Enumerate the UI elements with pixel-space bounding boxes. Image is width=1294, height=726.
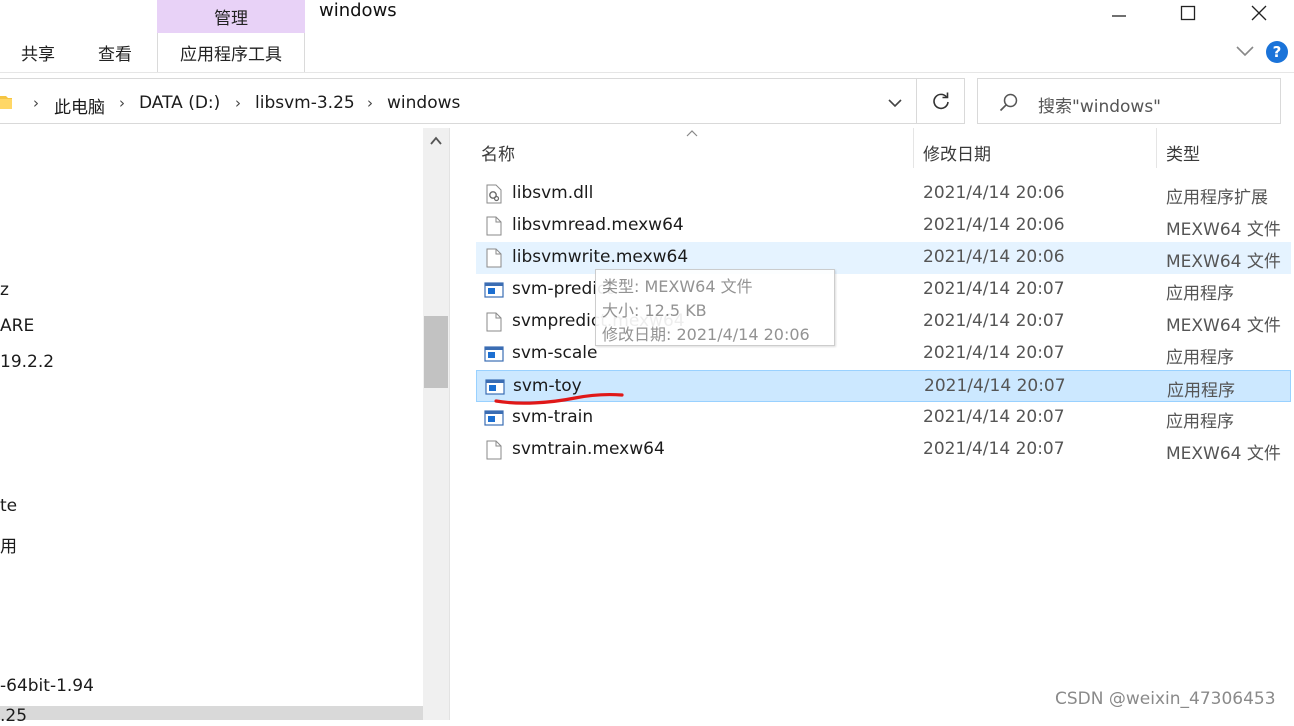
tab-share[interactable]: 共享 bbox=[21, 40, 55, 65]
blank-file-icon bbox=[486, 248, 502, 268]
nav-item[interactable]: te bbox=[0, 496, 17, 516]
file-date: 2021/4/14 20:06 bbox=[923, 247, 1065, 267]
file-type: MEXW64 文件 bbox=[1166, 444, 1281, 464]
refresh-icon bbox=[932, 92, 949, 110]
file-date: 2021/4/14 20:06 bbox=[923, 183, 1065, 203]
file-date: 2021/4/14 20:07 bbox=[923, 407, 1065, 427]
address-row: › 此电脑 › DATA (D:) › libsvm-3.25 › window… bbox=[0, 72, 1294, 128]
minimize-icon bbox=[1112, 15, 1126, 17]
blank-file-icon bbox=[486, 440, 502, 460]
application-icon bbox=[484, 410, 504, 426]
tab-view[interactable]: 查看 bbox=[98, 40, 132, 65]
application-icon bbox=[484, 346, 504, 362]
maximize-icon bbox=[1180, 5, 1196, 21]
nav-item[interactable]: 19.2.2 bbox=[0, 352, 54, 372]
blank-file-icon bbox=[486, 312, 502, 332]
tooltip-date: 修改日期: 2021/4/14 20:06 bbox=[602, 325, 810, 344]
nav-item[interactable]: z bbox=[0, 280, 9, 300]
watermark: CSDN @weixin_47306453 bbox=[1055, 689, 1276, 709]
column-header-type[interactable]: 类型 bbox=[1166, 140, 1200, 165]
file-date: 2021/4/14 20:07 bbox=[923, 311, 1065, 331]
file-name: libsvmread.mexw64 bbox=[512, 215, 684, 235]
scroll-up-button[interactable] bbox=[423, 134, 449, 154]
blank-file-icon bbox=[486, 216, 502, 236]
file-row[interactable]: libsvm.dll 2021/4/14 20:06 应用程序扩展 bbox=[476, 178, 1291, 210]
file-list: 名称 修改日期 类型 libsvm.dll 2021/4/14 20:06 应用… bbox=[451, 128, 1294, 720]
nav-item[interactable]: ARE bbox=[0, 316, 34, 336]
close-button[interactable] bbox=[1224, 0, 1294, 26]
file-type: 应用程序 bbox=[1166, 412, 1234, 432]
tab-app-tools[interactable]: 应用程序工具 bbox=[157, 33, 305, 72]
tooltip-type: 类型: MEXW64 文件 bbox=[602, 277, 753, 296]
breadcrumb-separator: › bbox=[33, 94, 39, 112]
breadcrumb-libsvm[interactable]: libsvm-3.25 bbox=[255, 93, 355, 113]
nav-scrollbar[interactable] bbox=[423, 128, 449, 720]
breadcrumb-windows[interactable]: windows bbox=[387, 93, 460, 113]
file-name: svm-scale bbox=[512, 343, 598, 363]
search-input[interactable]: 搜索"windows" bbox=[977, 78, 1281, 124]
file-date: 2021/4/14 20:07 bbox=[923, 279, 1065, 299]
nav-item[interactable]: -64bit-1.94 bbox=[0, 676, 94, 696]
column-header-name[interactable]: 名称 bbox=[481, 140, 515, 165]
file-name: libsvm.dll bbox=[512, 183, 594, 203]
search-placeholder: 搜索"windows" bbox=[1038, 97, 1161, 117]
chevron-down-icon[interactable] bbox=[1234, 40, 1256, 62]
address-bar[interactable]: › 此电脑 › DATA (D:) › libsvm-3.25 › window… bbox=[0, 78, 917, 124]
column-header-modified[interactable]: 修改日期 bbox=[923, 140, 991, 165]
file-date: 2021/4/14 20:07 bbox=[923, 343, 1065, 363]
nav-item: .25 bbox=[0, 706, 28, 726]
search-icon bbox=[999, 93, 1018, 112]
breadcrumb-separator: › bbox=[119, 94, 125, 112]
dll-file-icon bbox=[486, 184, 502, 204]
file-type: 应用程序 bbox=[1167, 381, 1235, 401]
chevron-up-icon bbox=[430, 136, 442, 145]
ribbon: 管理 windows 共享 查看 应用程序工具 ? bbox=[0, 0, 1294, 72]
file-date: 2021/4/14 20:06 bbox=[923, 215, 1065, 235]
file-type: 应用程序 bbox=[1166, 284, 1234, 304]
sort-ascending-icon bbox=[686, 130, 698, 137]
file-date: 2021/4/14 20:07 bbox=[923, 439, 1065, 459]
file-row[interactable]: libsvmread.mexw64 2021/4/14 20:06 MEXW64… bbox=[476, 210, 1291, 242]
tooltip-size: 大小: 12.5 KB bbox=[602, 301, 707, 320]
file-type: MEXW64 文件 bbox=[1166, 252, 1281, 272]
scrollbar-thumb[interactable] bbox=[424, 316, 448, 388]
maximize-button[interactable] bbox=[1153, 0, 1223, 26]
minimize-button[interactable] bbox=[1084, 0, 1154, 26]
breadcrumb-data-drive[interactable]: DATA (D:) bbox=[139, 93, 220, 113]
file-type: MEXW64 文件 bbox=[1166, 220, 1281, 240]
nav-item-selected[interactable]: .25 bbox=[0, 706, 423, 725]
file-type: 应用程序扩展 bbox=[1166, 188, 1268, 208]
breadcrumb-separator: › bbox=[235, 94, 241, 112]
chevron-down-icon[interactable] bbox=[885, 93, 905, 113]
close-icon bbox=[1251, 5, 1267, 21]
file-info-tooltip: 类型: MEXW64 文件 大小: 12.5 KB 修改日期: 2021/4/1… bbox=[595, 269, 835, 346]
column-divider[interactable] bbox=[913, 128, 914, 168]
refresh-button[interactable] bbox=[917, 78, 965, 124]
file-name: svmtrain.mexw64 bbox=[512, 439, 665, 459]
file-type: 应用程序 bbox=[1166, 348, 1234, 368]
help-icon[interactable]: ? bbox=[1266, 41, 1288, 63]
tab-manage[interactable]: 管理 bbox=[157, 0, 305, 33]
file-row[interactable]: svmtrain.mexw64 2021/4/14 20:07 MEXW64 文… bbox=[476, 434, 1291, 466]
application-icon bbox=[484, 282, 504, 298]
column-divider[interactable] bbox=[1156, 128, 1157, 168]
red-annotation-underline bbox=[494, 393, 624, 405]
file-name: libsvmwrite.mexw64 bbox=[512, 247, 689, 267]
folder-icon bbox=[0, 96, 12, 109]
file-date: 2021/4/14 20:07 bbox=[924, 376, 1066, 396]
file-type: MEXW64 文件 bbox=[1166, 316, 1281, 336]
breadcrumb-this-pc[interactable]: 此电脑 bbox=[54, 93, 105, 118]
navigation-pane: z ARE 19.2.2 te 用 -64bit-1.94 .25 bbox=[0, 128, 450, 725]
nav-item[interactable]: 用 bbox=[0, 532, 17, 557]
breadcrumb-separator: › bbox=[367, 94, 373, 112]
file-name: svm-train bbox=[512, 407, 594, 427]
window-title: windows bbox=[319, 0, 397, 21]
